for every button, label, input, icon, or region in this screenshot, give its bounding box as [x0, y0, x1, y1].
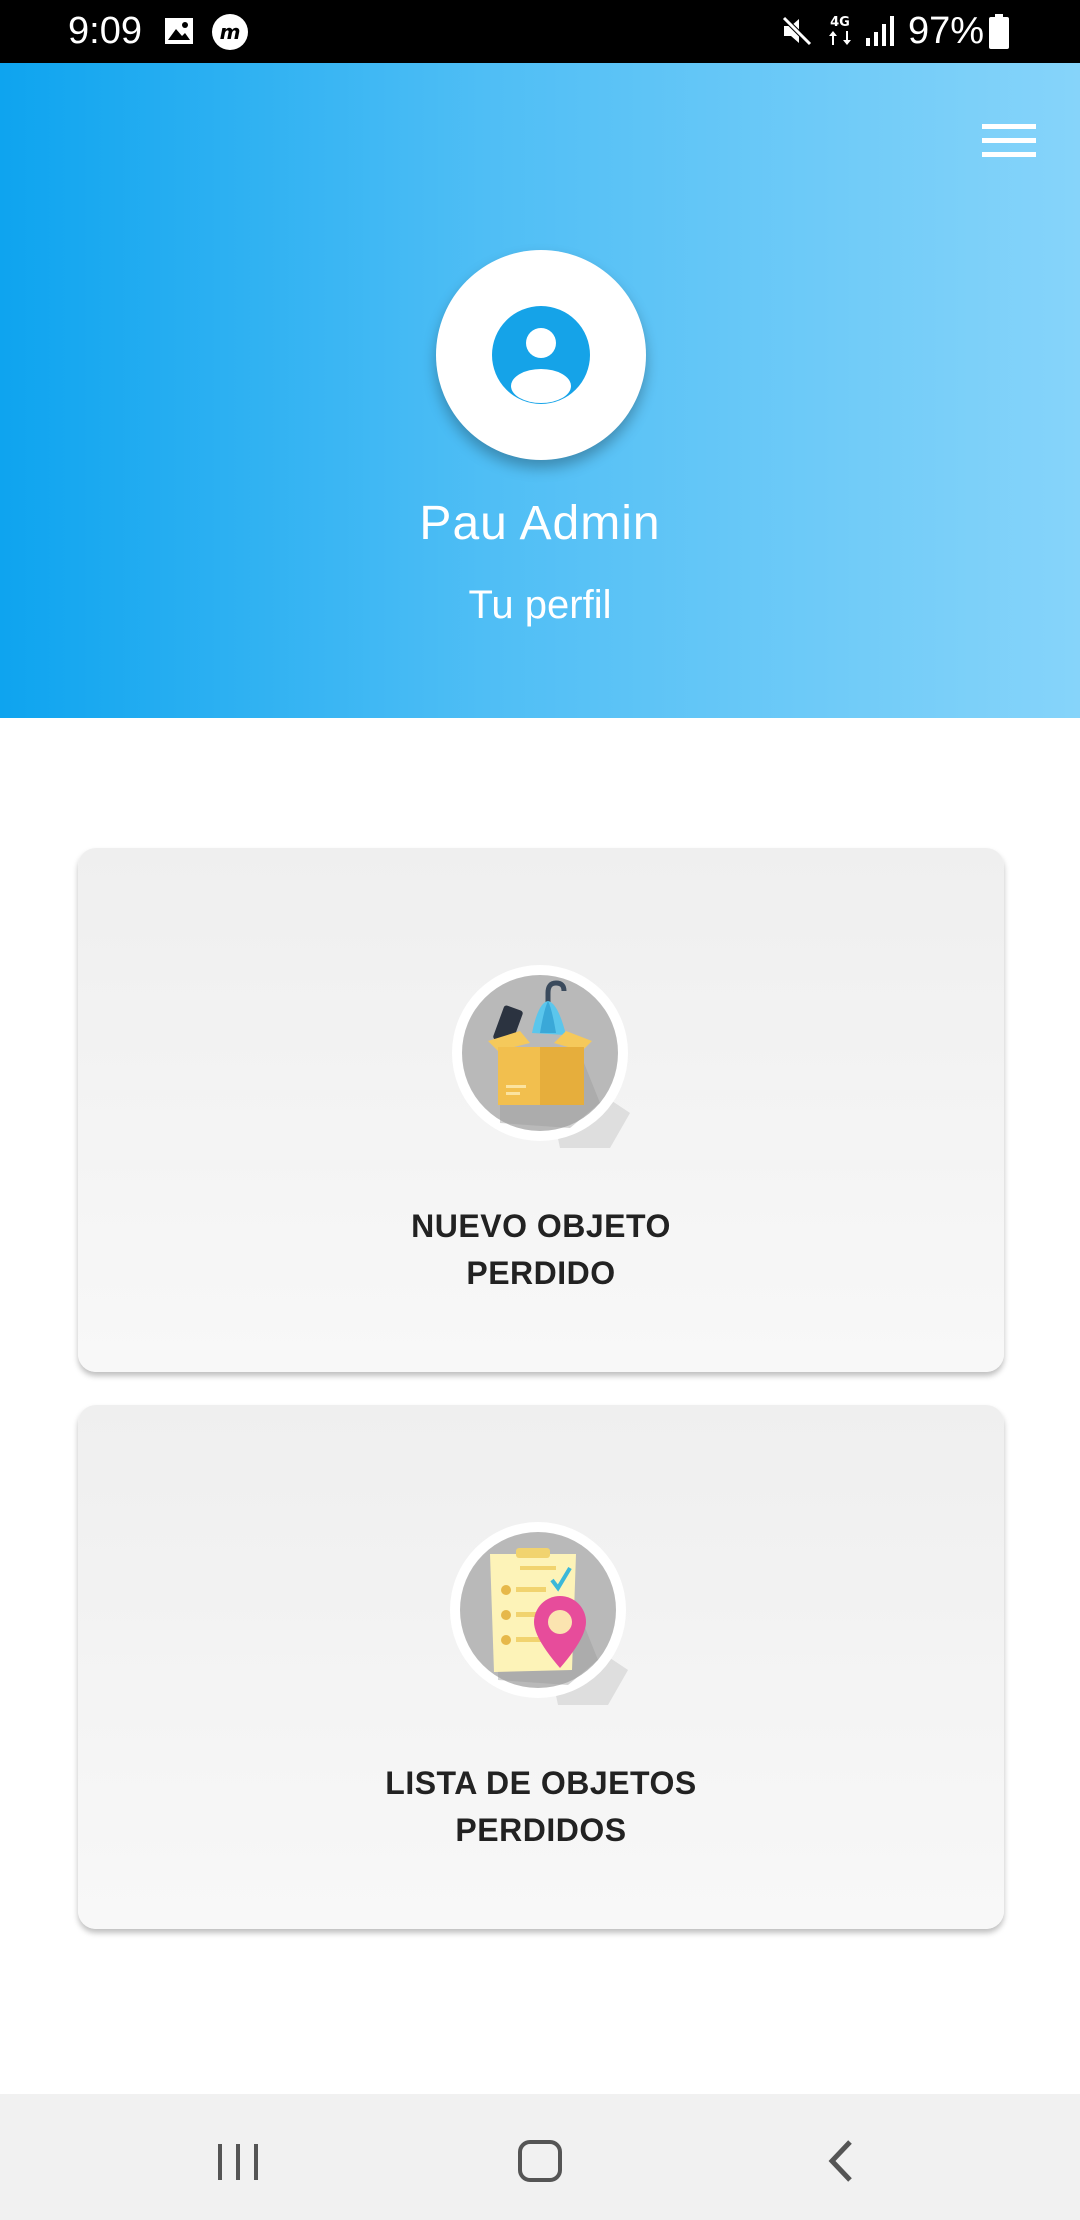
battery-percent: 97% — [908, 10, 985, 52]
card-title-line: PERDIDOS — [455, 1812, 627, 1848]
svg-text:4G: 4G — [830, 15, 850, 30]
card-title-line: NUEVO OBJETO — [411, 1208, 671, 1244]
lost-items-list-card[interactable]: LISTA DE OBJETOS PERDIDOS — [78, 1405, 1004, 1929]
card-title: NUEVO OBJETO PERDIDO — [78, 1203, 1004, 1297]
new-lost-item-card[interactable]: NUEVO OBJETO PERDIDO — [78, 848, 1004, 1372]
back-icon[interactable] — [802, 2124, 882, 2194]
user-icon — [492, 306, 590, 404]
home-icon[interactable] — [500, 2124, 580, 2194]
card-title-line: PERDIDO — [466, 1255, 616, 1291]
profile-header: Pau Admin Tu perfil — [0, 63, 1080, 718]
app-screen: 9:09 m 4G 97% Pau Admin Tu perfil NUEVO … — [0, 0, 1080, 2220]
user-name: Pau Admin — [419, 497, 661, 550]
signal-icon — [864, 14, 896, 53]
battery-icon — [988, 14, 1010, 55]
system-nav-bar — [0, 2094, 1080, 2220]
status-time: 9:09 — [68, 10, 142, 52]
lost-box-icon — [440, 953, 640, 1153]
profile-link[interactable]: Tu perfil — [0, 583, 1080, 628]
recent-apps-icon[interactable] — [198, 2124, 278, 2194]
status-bar: 9:09 m 4G 97% — [0, 0, 1080, 63]
list-location-icon — [438, 1510, 638, 1710]
card-title: LISTA DE OBJETOS PERDIDOS — [78, 1760, 1004, 1854]
network-type-icon: 4G — [826, 12, 854, 55]
mute-icon — [780, 14, 814, 53]
hamburger-menu-icon[interactable] — [975, 113, 1043, 169]
avatar[interactable] — [436, 250, 646, 460]
gallery-icon — [163, 15, 195, 52]
card-title-line: LISTA DE OBJETOS — [385, 1765, 697, 1801]
app-notification-icon: m — [211, 13, 249, 56]
svg-text:m: m — [220, 20, 241, 44]
